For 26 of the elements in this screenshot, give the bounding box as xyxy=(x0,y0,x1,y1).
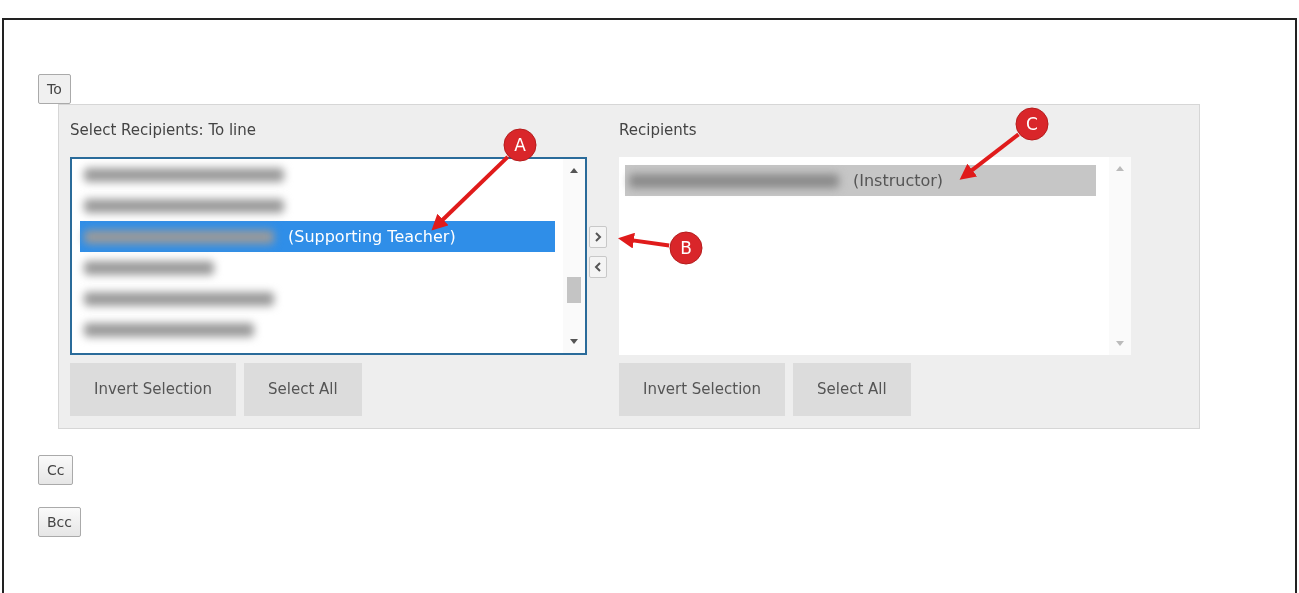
annotation-badge: B xyxy=(669,231,703,265)
recipient-role: (Instructor) xyxy=(853,169,944,192)
list-action-button[interactable]: Invert Selection xyxy=(70,363,236,416)
list-label: Recipients xyxy=(619,121,697,139)
move-right-button[interactable] xyxy=(589,226,607,248)
chevron-right-icon xyxy=(594,232,602,242)
chevron-left-icon xyxy=(594,262,602,272)
annotation-badge: C xyxy=(1015,107,1049,141)
annotation-badge: A xyxy=(503,128,537,162)
section-toggle-button[interactable]: Cc xyxy=(38,455,74,485)
list-action-button[interactable]: Invert Selection xyxy=(619,363,785,416)
annotation-arrow xyxy=(618,232,670,249)
section-toggle-button[interactable]: To xyxy=(38,74,71,104)
scrollbar[interactable] xyxy=(1109,157,1131,355)
section-toggle-button[interactable]: Bcc xyxy=(38,507,81,537)
recipient-role: (Supporting Teacher) xyxy=(288,225,456,248)
list-label: Select Recipients: To line xyxy=(70,121,256,139)
list-action-button[interactable]: Select All xyxy=(244,363,362,416)
list-action-button[interactable]: Select All xyxy=(793,363,911,416)
list-item[interactable]: (Instructor) xyxy=(625,165,1096,196)
recipient-list[interactable]: (Supporting Teacher) xyxy=(70,157,587,355)
scrollbar[interactable] xyxy=(563,159,585,353)
move-left-button[interactable] xyxy=(589,256,607,278)
annotation-arrow xyxy=(959,132,1020,180)
list-item[interactable]: (Supporting Teacher) xyxy=(80,221,555,252)
scrollbar-thumb[interactable] xyxy=(567,277,581,303)
